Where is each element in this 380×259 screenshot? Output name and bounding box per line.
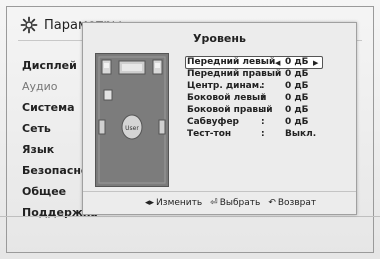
level-dialog: Уровень User Передний левый: ◀ 0 дБ ▶ П… — [82, 22, 357, 215]
arrow-right-icon[interactable]: ▶ — [313, 59, 318, 67]
row-value: 0 дБ — [285, 81, 309, 91]
row-label: Тест-тон — [187, 129, 232, 139]
change-hint[interactable]: ◂▸ Изменить — [145, 198, 202, 208]
row-colon: : — [261, 105, 265, 115]
enter-icon: ⏎ — [210, 198, 218, 208]
back-label: Возврат — [277, 198, 317, 208]
select-label: Выбрать — [219, 198, 261, 208]
dialog-divider — [83, 191, 356, 192]
row-label: Центр. динам. — [187, 81, 263, 91]
back-hint[interactable]: ↶ Возврат — [268, 198, 316, 208]
row-colon: : — [261, 117, 265, 127]
left-right-arrows-icon: ◂▸ — [145, 198, 155, 208]
row-value: 0 дБ — [285, 117, 309, 127]
dialog-title: Уровень — [193, 32, 246, 45]
row-label: Сабвуфер — [187, 117, 240, 127]
subwoofer-icon — [103, 89, 113, 101]
row-value: 0 дБ — [285, 69, 309, 79]
change-label: Изменить — [156, 198, 203, 208]
row-colon: : — [261, 81, 265, 91]
row-value: 0 дБ — [285, 93, 309, 103]
bottom-divider — [0, 216, 380, 217]
row-colon: : — [261, 69, 265, 79]
front-right-speaker-icon — [152, 59, 163, 75]
return-arrow-icon: ↶ — [268, 198, 276, 208]
row-label: Боковой левый — [187, 93, 267, 103]
row-colon: : — [261, 129, 265, 139]
row-label: Боковой правый — [187, 105, 273, 115]
surround-left-speaker-icon — [98, 119, 106, 135]
user-label: User — [125, 125, 139, 132]
surround-right-speaker-icon — [158, 119, 166, 135]
select-hint[interactable]: ⏎ Выбрать — [210, 198, 260, 208]
speaker-diagram: User — [95, 53, 169, 187]
arrow-left-icon[interactable]: ◀ — [275, 59, 280, 67]
row-colon: : — [261, 57, 265, 67]
row-value: 0 дБ — [285, 105, 309, 115]
row-colon: : — [261, 93, 265, 103]
row-value: Выкл. — [285, 129, 317, 139]
row-label: Передний правый — [187, 69, 282, 79]
row-value: 0 дБ — [285, 57, 309, 67]
front-left-speaker-icon — [101, 59, 112, 75]
gear-icon — [20, 16, 38, 34]
dialog-footer: ◂▸ Изменить ⏎ Выбрать ↶ Возврат — [145, 198, 316, 208]
center-speaker-icon — [118, 60, 146, 75]
